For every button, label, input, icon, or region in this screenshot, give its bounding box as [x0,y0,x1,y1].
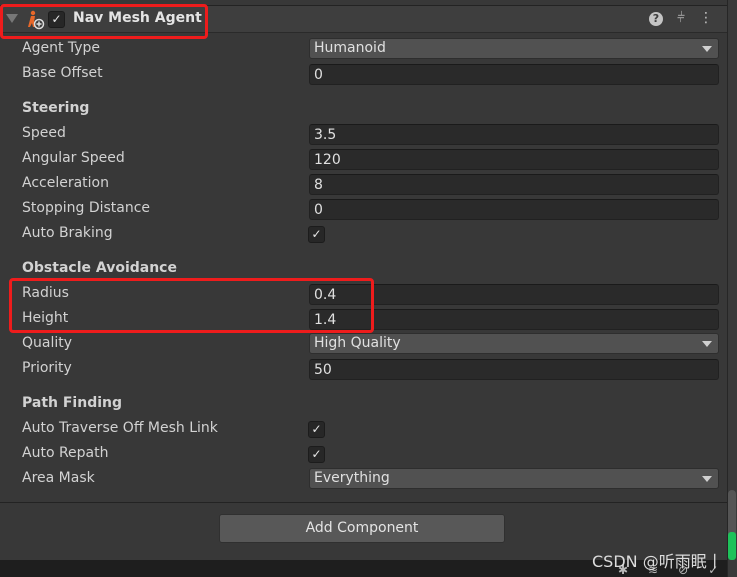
label-stopping-distance: Stopping Distance [22,200,151,216]
section-obstacle-avoidance: Obstacle Avoidance [22,260,177,276]
quality-dropdown[interactable]: High Quality [309,333,719,354]
speed-input[interactable]: 3.5 [309,124,719,145]
divider [0,502,727,503]
chevron-down-icon [702,46,712,52]
auto-repath-checkbox[interactable]: ✓ [308,446,325,463]
acceleration-input[interactable]: 8 [309,174,719,195]
label-speed: Speed [22,125,66,141]
more-options-icon[interactable]: ⋮ [699,10,713,26]
chevron-down-icon [702,341,712,347]
highlight-box-radius-height [9,278,374,333]
label-base-offset: Base Offset [22,65,103,81]
agent-type-dropdown[interactable]: Humanoid [309,38,719,59]
area-mask-value: Everything [314,470,390,486]
label-acceleration: Acceleration [22,175,109,191]
quality-value: High Quality [314,335,401,351]
watermark: CSDN @听雨眠丨 [592,552,723,571]
priority-input[interactable]: 50 [309,359,719,380]
label-agent-type: Agent Type [22,40,101,56]
label-auto-traverse: Auto Traverse Off Mesh Link [22,420,218,436]
base-offset-input[interactable]: 0 [309,64,719,85]
stopping-distance-input[interactable]: 0 [309,199,719,220]
agent-type-value: Humanoid [314,40,386,56]
status-indicator [728,532,736,560]
auto-braking-checkbox[interactable]: ✓ [308,226,325,243]
label-angular-speed: Angular Speed [22,150,125,166]
highlight-box-title [0,4,208,39]
angular-speed-input[interactable]: 120 [309,149,719,170]
label-quality: Quality [22,335,73,351]
chevron-down-icon [702,476,712,482]
label-priority: Priority [22,360,72,376]
label-auto-repath: Auto Repath [22,445,109,461]
area-mask-dropdown[interactable]: Everything [309,468,719,489]
preset-sliders-icon[interactable]: ⫩ [677,10,685,26]
add-component-button[interactable]: Add Component [219,514,505,543]
label-auto-braking: Auto Braking [22,225,113,241]
section-path-finding: Path Finding [22,395,123,411]
auto-traverse-checkbox[interactable]: ✓ [308,421,325,438]
help-icon[interactable]: ? [648,12,663,26]
section-steering: Steering [22,100,90,116]
label-area-mask: Area Mask [22,470,95,486]
